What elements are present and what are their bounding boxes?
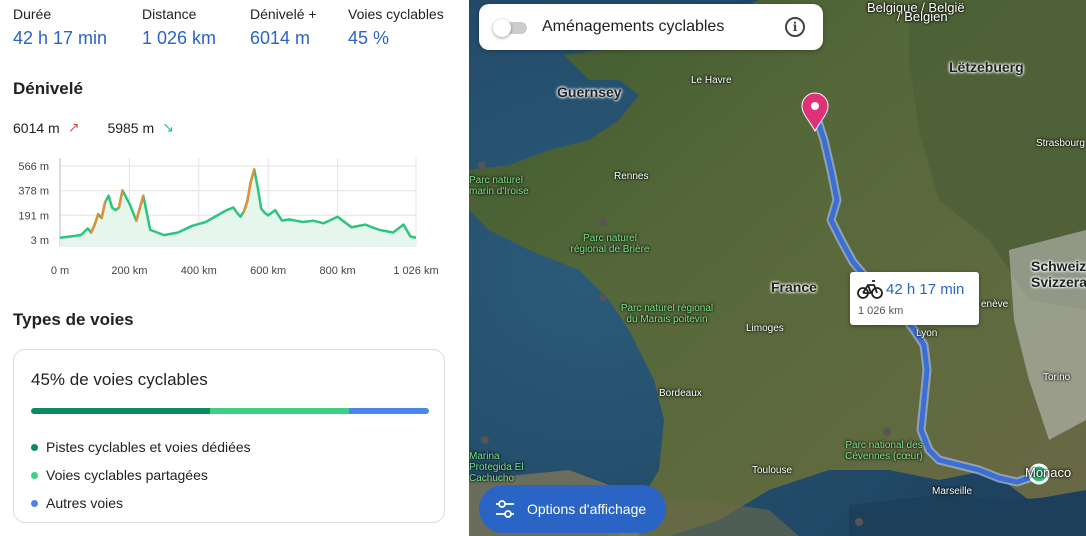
duration-stat: Durée 42 h 17 min [13, 6, 107, 49]
y-tick-label: 378 m [18, 186, 49, 198]
x-tick-label: 400 km [181, 265, 217, 277]
duration-label: Durée [13, 6, 52, 22]
route-details-panel: Durée 42 h 17 min Distance 1 026 km Déni… [0, 0, 469, 536]
road-type-bar-segment [210, 408, 350, 414]
cycle-infrastructure-toggle-card: Aménagements cyclables i [479, 4, 823, 50]
place-marseille: Marseille [932, 486, 973, 497]
route-summary-popup[interactable]: 42 h 17 min 1 026 km [850, 272, 979, 325]
place-svizzera: Svizzera [1031, 274, 1086, 290]
road-types-legend: Pistes cyclables et voies dédiées Voies c… [31, 433, 251, 517]
info-icon[interactable]: i [785, 17, 805, 37]
place-guernsey: Guernsey [557, 84, 622, 100]
place-lyon: Lyon [916, 328, 938, 339]
place-geneve: enève [981, 299, 1009, 310]
ascent-value: 6014 m [13, 119, 60, 136]
road-type-legend-item: Voies cyclables partagées [31, 461, 251, 489]
cycle-lanes-label: Voies cyclables [348, 6, 444, 22]
x-tick-label: 200 km [111, 265, 147, 277]
elevation-chart[interactable]: 3 m 191 m 378 m 566 m 0 m 200 km 400 km 600 km 8… [0, 150, 469, 280]
distance-label: Distance [142, 6, 197, 22]
satellite-map [469, 0, 1086, 536]
road-type-legend-label: Autres voies [46, 495, 124, 511]
place-parc-cevennes: Parc national des Cévennes (cœur) [845, 440, 923, 462]
place-parc-marais: Parc naturel régional du Marais poitevin [620, 303, 714, 325]
cycle-lanes-stat: Voies cyclables 45 % [348, 6, 444, 49]
road-types-headline: 45% de voies cyclables [31, 370, 208, 389]
road-type-bar-segment [31, 408, 211, 414]
popup-duration: 42 h 17 min [886, 281, 965, 298]
x-tick-label: 0 m [51, 265, 69, 277]
arrow-down-right-icon: ↘ [162, 119, 174, 135]
place-monaco: Monaco [1025, 465, 1072, 480]
elevation-label: Dénivelé + [250, 6, 317, 22]
place-le-havre: Le Havre [691, 75, 732, 86]
place-luxembourg: Lëtzebuerg [949, 59, 1024, 75]
road-types-title: Types de voies [13, 310, 134, 329]
place-parc-iroise: Parc naturel marin d'Iroise [469, 175, 529, 197]
place-strasbourg: Strasbourg [1036, 138, 1085, 149]
distance-stat: Distance 1 026 km [142, 6, 216, 49]
arrow-up-right-icon: ↗ [67, 119, 80, 135]
x-tick-label: 800 km [320, 265, 356, 277]
place-france: France [771, 279, 817, 295]
elevation-title: Dénivelé [13, 79, 83, 98]
road-type-legend-item: Autres voies [31, 489, 251, 517]
bicycle-icon [857, 280, 883, 299]
legend-dot-icon [31, 499, 38, 507]
place-torino: Torino [1043, 372, 1071, 383]
sliders-icon [496, 500, 514, 518]
place-toulouse: Toulouse [752, 465, 793, 476]
elevation-stat: Dénivelé + 6014 m [250, 6, 317, 49]
place-parc-briere: Parc naturel régional de Brière [570, 233, 650, 255]
place-belgien: / Belgien [897, 9, 948, 24]
place-bordeaux: Bordeaux [659, 388, 702, 399]
place-schweiz: Schweiz/ [1031, 258, 1086, 274]
elevation-value: 6014 m [250, 28, 311, 48]
elevation-chart-svg: 3 m 191 m 378 m 566 m 0 m 200 km 400 km 600 km 8… [18, 158, 439, 277]
display-options-button[interactable]: Options d'affichage [479, 485, 666, 533]
distance-value: 1 026 km [142, 28, 217, 48]
popup-distance: 1 026 km [858, 305, 904, 317]
y-tick-label: 3 m [31, 235, 49, 247]
legend-dot-icon [31, 471, 38, 479]
map-view[interactable]: Belgique / België / Belgien Lëtzebuerg G… [469, 0, 1086, 536]
cycle-infrastructure-label[interactable]: Aménagements cyclables [542, 18, 724, 36]
y-tick-label: 191 m [18, 210, 49, 222]
road-types-card: 45% de voies cyclables Pistes cyclables … [13, 349, 445, 523]
road-type-bar-segment [349, 408, 429, 414]
elevation-summary: 6014 m ↗ 5985 m ↘ [13, 119, 202, 136]
cycle-infrastructure-switch[interactable] [493, 19, 527, 37]
legend-dot-icon [31, 443, 38, 451]
display-options-label: Options d'affichage [527, 501, 647, 517]
x-tick-label: 600 km [250, 265, 286, 277]
road-type-legend-label: Voies cyclables partagées [46, 467, 208, 483]
route-summary: Durée 42 h 17 min Distance 1 026 km Déni… [13, 6, 469, 50]
road-type-legend-label: Pistes cyclables et voies dédiées [46, 439, 251, 455]
place-parc-cachucho: Marina Protegida El Cachucho [469, 451, 524, 484]
duration-value: 42 h 17 min [13, 28, 108, 48]
road-type-legend-item: Pistes cyclables et voies dédiées [31, 433, 251, 461]
y-tick-label: 566 m [18, 161, 49, 173]
switch-knob[interactable] [493, 19, 511, 37]
place-rennes: Rennes [614, 171, 649, 182]
road-types-bar [31, 408, 429, 414]
descent-value: 5985 m [107, 119, 155, 136]
x-tick-label: 1 026 km [393, 265, 438, 277]
app-root: Durée 42 h 17 min Distance 1 026 km Déni… [0, 0, 1086, 536]
cycle-lanes-value: 45 % [348, 28, 390, 48]
place-limoges: Limoges [746, 323, 784, 334]
